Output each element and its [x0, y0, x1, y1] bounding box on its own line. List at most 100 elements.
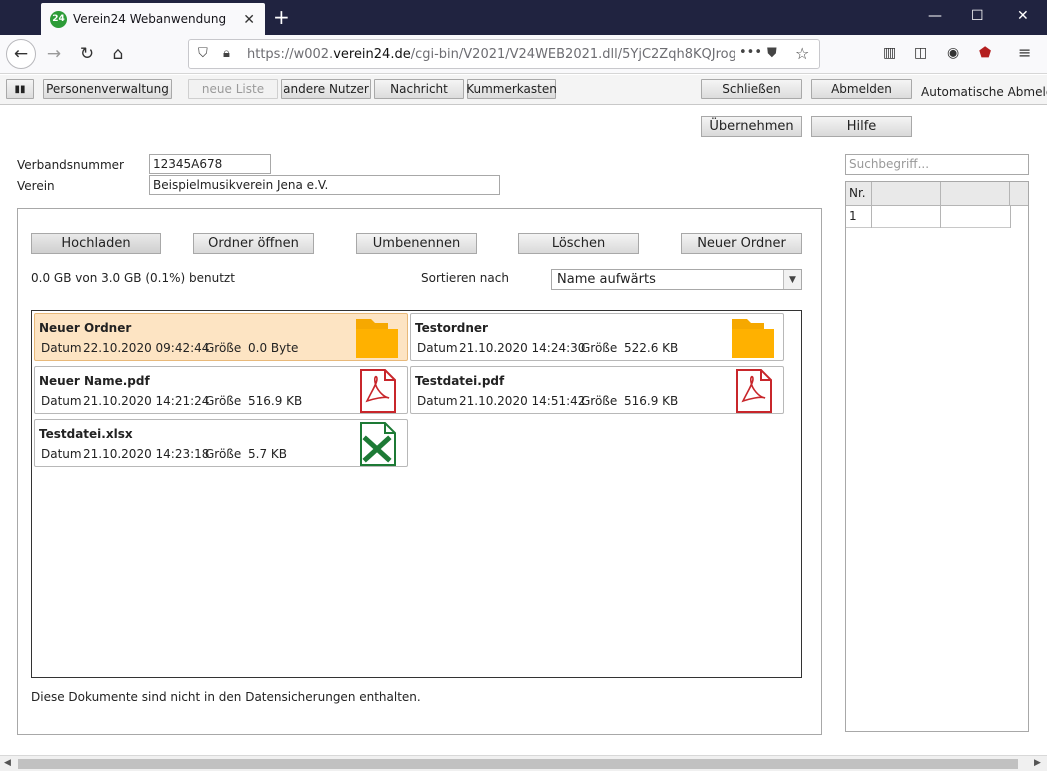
loeschen-button[interactable]: Löschen: [518, 233, 639, 254]
grid-menu-icon: ▮▮: [14, 83, 26, 95]
file-name: Neuer Name.pdf: [39, 374, 150, 388]
file-date-label: Datum: [41, 394, 82, 408]
horizontal-scrollbar[interactable]: ◀ ▶: [0, 755, 1047, 771]
browser-tab-bar: 24 Verein24 Webanwendung ✕ + — ☐ ✕: [0, 0, 1047, 35]
page-actions-icon[interactable]: •••: [739, 45, 762, 60]
neue-liste-button[interactable]: neue Liste: [188, 79, 278, 99]
menu-icon[interactable]: ≡: [1018, 43, 1031, 62]
storage-usage-text: 0.0 GB von 3.0 GB (0.1%) benutzt: [31, 271, 235, 285]
file-size-label: Größe: [205, 447, 242, 461]
file-name: Testordner: [415, 321, 488, 335]
file-card-testdatei-pdf[interactable]: Testdatei.pdf Datum 21.10.2020 14:51:42 …: [410, 366, 784, 414]
file-name: Testdatei.xlsx: [39, 427, 133, 441]
neuer-ordner-button[interactable]: Neuer Ordner: [681, 233, 802, 254]
andere-nutzer-button[interactable]: andere Nutzer: [281, 79, 371, 99]
browser-nav-bar: ← → ↻ ⌂ ⛉ 🔒︎ https://w002.verein24.de/cg…: [0, 35, 1047, 74]
shield-icon[interactable]: ⛉: [198, 46, 208, 61]
file-size: 516.9 KB: [624, 394, 679, 408]
verein24-favicon-icon: 24: [50, 10, 67, 28]
pdf-icon: [360, 369, 396, 413]
result-table: Nr. 1: [845, 181, 1029, 732]
result-table-header: Nr.: [846, 182, 1028, 206]
file-date: 21.10.2020 14:21:24: [83, 394, 210, 408]
ordner-oeffnen-button[interactable]: Ordner öffnen: [193, 233, 314, 254]
umbenennen-button[interactable]: Umbenennen: [356, 233, 477, 254]
file-date: 21.10.2020 14:51:42: [459, 394, 586, 408]
scrollbar-thumb[interactable]: [18, 759, 1018, 769]
hilfe-button[interactable]: Hilfe: [811, 116, 912, 137]
excel-icon: [360, 422, 396, 466]
nachricht-button[interactable]: Nachricht: [374, 79, 464, 99]
account-icon[interactable]: ◉: [947, 45, 959, 61]
sidebar-icon[interactable]: ◫: [914, 45, 927, 61]
row-cell: [941, 206, 1011, 228]
column-3[interactable]: [941, 182, 1010, 206]
file-date: 21.10.2020 14:23:18: [83, 447, 210, 461]
chevron-down-icon[interactable]: ▼: [783, 270, 801, 289]
app-toolbar: ▮▮ Personenverwaltung neue Liste andere …: [0, 75, 1047, 105]
uebernehmen-button[interactable]: Übernehmen: [701, 116, 802, 137]
personenverwaltung-button[interactable]: Personenverwaltung: [43, 79, 172, 99]
verbandsnummer-field[interactable]: 12345A678: [149, 154, 271, 174]
scroll-right-icon[interactable]: ▶: [1034, 758, 1041, 768]
file-card-testordner[interactable]: Testordner Datum 21.10.2020 14:24:30 Grö…: [410, 313, 784, 361]
reload-icon[interactable]: ↻: [72, 39, 102, 69]
folder-icon: [732, 319, 774, 358]
file-card-neuer-ordner[interactable]: Neuer Ordner Datum 22.10.2020 09:42:44 G…: [34, 313, 408, 361]
file-size: 516.9 KB: [248, 394, 303, 408]
file-date-label: Datum: [417, 341, 458, 355]
maximize-window-icon[interactable]: ☐: [971, 8, 984, 24]
verein-field[interactable]: Beispielmusikverein Jena e.V.: [149, 175, 500, 195]
file-date-label: Datum: [41, 341, 82, 355]
scroll-left-icon[interactable]: ◀: [4, 758, 11, 768]
file-size-label: Größe: [581, 394, 618, 408]
column-2[interactable]: [872, 182, 941, 206]
ublock-icon[interactable]: ⬟: [979, 45, 991, 61]
file-size-label: Größe: [205, 394, 242, 408]
sort-select-value: Name aufwärts: [557, 272, 656, 287]
new-tab-icon[interactable]: +: [273, 5, 290, 29]
file-date: 22.10.2020 09:42:44: [83, 341, 210, 355]
file-size: 0.0 Byte: [248, 341, 299, 355]
tab-title: Verein24 Webanwendung: [73, 12, 227, 26]
back-icon[interactable]: ←: [6, 39, 36, 69]
file-name: Neuer Ordner: [39, 321, 132, 335]
schliessen-button[interactable]: Schließen: [701, 79, 802, 99]
file-date-label: Datum: [41, 447, 82, 461]
file-size: 5.7 KB: [248, 447, 287, 461]
browser-tab[interactable]: 24 Verein24 Webanwendung ✕: [41, 3, 265, 35]
url-text: https://w002.verein24.de/cgi-bin/V2021/V…: [247, 47, 735, 62]
lock-icon[interactable]: 🔒︎: [223, 46, 230, 61]
bookmark-star-icon[interactable]: ☆: [795, 44, 809, 63]
folder-icon: [356, 319, 398, 358]
table-row[interactable]: 1: [846, 206, 1011, 228]
close-tab-icon[interactable]: ✕: [243, 12, 255, 28]
kummerkasten-button[interactable]: Kummerkasten: [466, 79, 557, 99]
file-date-label: Datum: [417, 394, 458, 408]
hochladen-button[interactable]: Hochladen: [31, 233, 161, 254]
home-icon[interactable]: ⌂: [103, 39, 133, 69]
forward-icon[interactable]: →: [39, 39, 69, 69]
file-card-neuer-name-pdf[interactable]: Neuer Name.pdf Datum 21.10.2020 14:21:24…: [34, 366, 408, 414]
file-date: 21.10.2020 14:24:30: [459, 341, 586, 355]
abmelden-button[interactable]: Abmelden: [811, 79, 912, 99]
auto-logout-label: Automatische Abmeldu: [921, 85, 1047, 99]
pocket-icon[interactable]: ⛊: [767, 46, 777, 61]
column-nr[interactable]: Nr.: [846, 182, 872, 206]
toolbar-menu-button[interactable]: ▮▮: [6, 79, 34, 99]
verbandsnummer-label: Verbandsnummer: [17, 158, 124, 172]
sort-select[interactable]: Name aufwärts ▼: [551, 269, 802, 290]
row-nr: 1: [846, 206, 872, 228]
pdf-icon: [736, 369, 772, 413]
close-window-icon[interactable]: ✕: [1017, 8, 1029, 24]
minimize-window-icon[interactable]: —: [928, 8, 942, 24]
file-size-label: Größe: [581, 341, 618, 355]
file-name: Testdatei.pdf: [415, 374, 505, 388]
file-card-testdatei-xlsx[interactable]: Testdatei.xlsx Datum 21.10.2020 14:23:18…: [34, 419, 408, 467]
url-bar[interactable]: ⛉ 🔒︎ https://w002.verein24.de/cgi-bin/V2…: [188, 39, 820, 69]
library-icon[interactable]: ▥: [883, 45, 896, 61]
search-input[interactable]: Suchbegriff...: [845, 154, 1029, 175]
backup-note: Diese Dokumente sind nicht in den Datens…: [31, 690, 421, 704]
verein-label: Verein: [17, 179, 55, 193]
sort-label: Sortieren nach: [421, 271, 509, 285]
